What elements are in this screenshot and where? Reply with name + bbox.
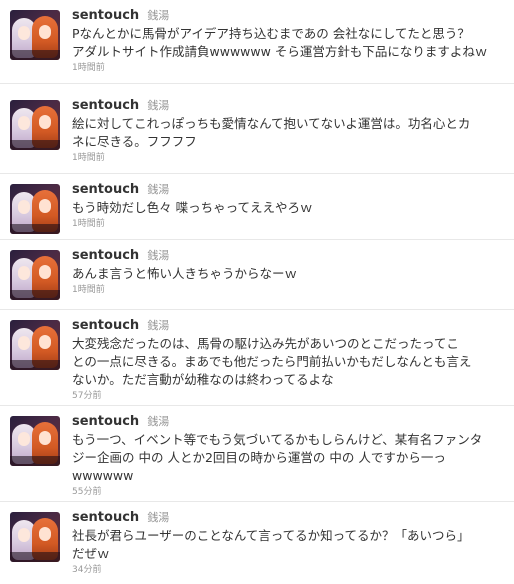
tweet: sentouch 銭湯 もう一つ、イベント等でもう気づいてるかもしらんけど、某有… [0, 406, 514, 502]
tweet-text: 絵に対してこれっぽっちも愛情なんて抱いてないよ運営は。功名心とカ ネに尽きる。フ… [72, 115, 508, 151]
avatar-face-right [39, 115, 51, 129]
tweet-text-line: ジー企画の 中の 人とか2回目の時から運営の 中の 人ですから一っ [72, 450, 446, 465]
full-name: 銭湯 [147, 183, 170, 196]
avatar-shadow [10, 552, 60, 562]
tweet: sentouch 銭湯 もう時効だし色々 喋っちゃってええやろｗ 1時間前 [0, 174, 514, 240]
screen-name-link[interactable]: sentouch [72, 510, 139, 525]
tweet-text-line: もう一つ、イベント等でもう気づいてるかもしらんけど、某有名ファンタ [72, 432, 483, 447]
tweet-timestamp-link[interactable]: 57分前 [72, 390, 508, 402]
avatar-face-left [18, 26, 30, 40]
avatar-face-left [18, 336, 30, 350]
full-name: 銭湯 [147, 511, 170, 524]
tweet-meta: sentouch 銭湯 [72, 318, 508, 334]
screen-name-link[interactable]: sentouch [72, 248, 139, 263]
avatar[interactable] [10, 416, 60, 466]
tweet-text: 大変残念だったのは、馬骨の駆け込み先があいつのとこだったってこ との一点に尽きる… [72, 335, 508, 389]
tweet: sentouch 銭湯 絵に対してこれっぽっちも愛情なんて抱いてないよ運営は。功… [0, 90, 514, 174]
tweet-text-line: 社長が君らユーザーのことなんて言ってるか知ってるか？「あいつら」 [72, 528, 470, 543]
avatar-shadow [10, 140, 60, 150]
full-name: 銭湯 [147, 99, 170, 112]
avatar[interactable] [10, 184, 60, 234]
tweet-timestamp-link[interactable]: 34分前 [72, 564, 508, 576]
tweet-timestamp-link[interactable]: 1時間前 [72, 218, 508, 230]
avatar[interactable] [10, 512, 60, 562]
tweet-timestamp-link[interactable]: 1時間前 [72, 152, 508, 164]
screen-name-link[interactable]: sentouch [72, 98, 139, 113]
avatar-shadow [10, 456, 60, 466]
tweet-text: もう時効だし色々 喋っちゃってええやろｗ [72, 199, 508, 217]
tweet-meta: sentouch 銭湯 [72, 98, 508, 114]
avatar-face-left [18, 266, 30, 280]
avatar-face-left [18, 432, 30, 446]
avatar-shadow [10, 224, 60, 234]
screen-name-link[interactable]: sentouch [72, 414, 139, 429]
tweet-content: sentouch 銭湯 もう一つ、イベント等でもう気づいてるかもしらんけど、某有… [72, 414, 508, 498]
full-name: 銭湯 [147, 415, 170, 428]
tweet-text-line: との一点に尽きる。まあでも他だったら門前払いかもだしなんとも言え [72, 354, 472, 369]
full-name: 銭湯 [147, 9, 170, 22]
tweet: sentouch 銭湯 あんま言うと怖い人きちゃうからなーｗ 1時間前 [0, 240, 514, 310]
tweet-text-line: 絵に対してこれっぽっちも愛情なんて抱いてないよ運営は。功名心とカ [72, 116, 471, 131]
tweet-text: 社長が君らユーザーのことなんて言ってるか知ってるか？「あいつら」 だぜｗ [72, 527, 508, 563]
avatar-face-right [39, 199, 51, 213]
avatar-face-right [39, 25, 51, 39]
avatar-face-right [39, 431, 51, 445]
tweet-timestamp-link[interactable]: 1時間前 [72, 284, 508, 296]
avatar-face-right [39, 527, 51, 541]
tweet-text-line: だぜｗ [72, 546, 110, 561]
tweet-content: sentouch 銭湯 社長が君らユーザーのことなんて言ってるか知ってるか？「あ… [72, 510, 508, 576]
tweet-text: Pなんとかに馬骨がアイデア持ち込むまであの 会社なにしてたと思う？ アダルトサイ… [72, 25, 508, 61]
avatar[interactable] [10, 100, 60, 150]
tweet-content: sentouch 銭湯 絵に対してこれっぽっちも愛情なんて抱いてないよ運営は。功… [72, 98, 508, 164]
tweet-meta: sentouch 銭湯 [72, 414, 508, 430]
tweet: sentouch 銭湯 大変残念だったのは、馬骨の駆け込み先があいつのとこだった… [0, 310, 514, 406]
tweet-timestamp-link[interactable]: 55分前 [72, 486, 508, 498]
tweet-content: sentouch 銭湯 もう時効だし色々 喋っちゃってええやろｗ 1時間前 [72, 182, 508, 230]
tweet-text-line: ネに尽きる。フフフフ [72, 134, 197, 149]
screen-name-link[interactable]: sentouch [72, 318, 139, 333]
screen-name-link[interactable]: sentouch [72, 8, 139, 23]
tweet-text-line: あんま言うと怖い人きちゃうからなーｗ [72, 266, 298, 281]
tweet-meta: sentouch 銭湯 [72, 248, 508, 264]
avatar-shadow [10, 50, 60, 60]
tweet-text-line: アダルトサイト作成請負wwwwww そら運営方針も下品になりますよねｗ [72, 44, 488, 59]
avatar[interactable] [10, 320, 60, 370]
tweet: sentouch 銭湯 Pなんとかに馬骨がアイデア持ち込むまであの 会社なにして… [0, 0, 514, 84]
tweet-text-line: もう時効だし色々 喋っちゃってええやろｗ [72, 200, 313, 215]
avatar-face-right [39, 335, 51, 349]
tweet-content: sentouch 銭湯 あんま言うと怖い人きちゃうからなーｗ 1時間前 [72, 248, 508, 296]
avatar-face-right [39, 265, 51, 279]
tweet-timeline: sentouch 銭湯 Pなんとかに馬骨がアイデア持ち込むまであの 会社なにして… [0, 0, 514, 584]
tweet-text: もう一つ、イベント等でもう気づいてるかもしらんけど、某有名ファンタ ジー企画の … [72, 431, 508, 485]
tweet-timestamp-link[interactable]: 1時間前 [72, 62, 508, 74]
tweet-text-line: wwwwww [72, 468, 134, 483]
full-name: 銭湯 [147, 319, 170, 332]
avatar-face-left [18, 116, 30, 130]
tweet-meta: sentouch 銭湯 [72, 8, 508, 24]
full-name: 銭湯 [147, 249, 170, 262]
avatar-shadow [10, 290, 60, 300]
tweet-text: あんま言うと怖い人きちゃうからなーｗ [72, 265, 508, 283]
avatar[interactable] [10, 10, 60, 60]
tweet-text-line: Pなんとかに馬骨がアイデア持ち込むまであの 会社なにしてたと思う？ [72, 26, 470, 41]
avatar-shadow [10, 360, 60, 370]
tweet-content: sentouch 銭湯 Pなんとかに馬骨がアイデア持ち込むまであの 会社なにして… [72, 8, 508, 74]
avatar-face-left [18, 528, 30, 542]
screen-name-link[interactable]: sentouch [72, 182, 139, 197]
tweet-meta: sentouch 銭湯 [72, 510, 508, 526]
tweet-meta: sentouch 銭湯 [72, 182, 508, 198]
avatar-face-left [18, 200, 30, 214]
tweet: sentouch 銭湯 社長が君らユーザーのことなんて言ってるか知ってるか？「あ… [0, 502, 514, 584]
tweet-text-line: 大変残念だったのは、馬骨の駆け込み先があいつのとこだったってこ [72, 336, 459, 351]
tweet-text-line: ないか。ただ言動が幼稚なのは終わってるよな [72, 372, 334, 387]
avatar[interactable] [10, 250, 60, 300]
tweet-content: sentouch 銭湯 大変残念だったのは、馬骨の駆け込み先があいつのとこだった… [72, 318, 508, 402]
